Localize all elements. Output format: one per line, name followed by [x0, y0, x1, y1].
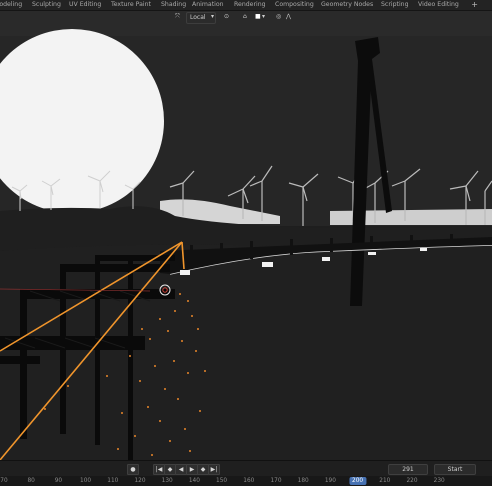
- workspace-tab-video-editing[interactable]: Video Editing: [418, 0, 459, 10]
- workspace-tab-animation[interactable]: Animation: [192, 0, 224, 10]
- viewport-header: ⤧ Local ▾ ⊙ ⌂ ■ ▾ ◎ ⋀: [0, 11, 492, 24]
- record-icon[interactable]: ●: [127, 464, 139, 475]
- workspace-tabs: Modeling Sculpting UV Editing Texture Paint…: [0, 0, 492, 11]
- viewport-scene: [0, 11, 492, 460]
- workspace-tab-scripting[interactable]: Scripting: [381, 0, 409, 10]
- proportional-dropdown-icon[interactable]: ⋀: [286, 12, 291, 22]
- start-frame-field[interactable]: Start: [434, 464, 476, 475]
- workspace-tab-uv-editing[interactable]: UV Editing: [69, 0, 101, 10]
- 3d-viewport[interactable]: [0, 11, 492, 460]
- current-frame-field[interactable]: 291: [388, 464, 428, 475]
- workspace-tab-rendering[interactable]: Rendering: [234, 0, 266, 10]
- workspace-tab-geometry-nodes[interactable]: Geometry Nodes: [321, 0, 373, 10]
- transform-orientation-label: Local: [190, 14, 206, 21]
- transform-icon[interactable]: ⤧: [175, 12, 180, 22]
- snap-target-icon[interactable]: ■: [255, 12, 261, 22]
- playback-controls: ● |◀ ◆ ◀ ▶ ◆ ▶| 291 Start: [0, 461, 492, 475]
- workspace-tab-texture-paint[interactable]: Texture Paint: [111, 0, 151, 10]
- workspace-tab-shading[interactable]: Shading: [161, 0, 186, 10]
- proportional-icon[interactable]: ◎: [276, 12, 281, 22]
- snap-dropdown-icon[interactable]: ▾: [262, 12, 265, 22]
- snap-icon[interactable]: ⌂: [243, 12, 247, 22]
- workspace-tab-compositing[interactable]: Compositing: [275, 0, 314, 10]
- jump-end-icon[interactable]: ▶|: [208, 464, 220, 475]
- workspace-tab-sculpting[interactable]: Sculpting: [32, 0, 61, 10]
- workspace-tab-modeling[interactable]: Modeling: [0, 0, 22, 10]
- chevron-down-icon[interactable]: ▾: [211, 12, 214, 22]
- add-workspace-button[interactable]: +: [471, 0, 478, 10]
- timeline: ● |◀ ◆ ◀ ▶ ◆ ▶| 291 Start 70 80 90 100 110 12…: [0, 460, 492, 486]
- current-frame-indicator: 200: [349, 477, 367, 485]
- pivot-icon[interactable]: ⊙: [224, 12, 229, 22]
